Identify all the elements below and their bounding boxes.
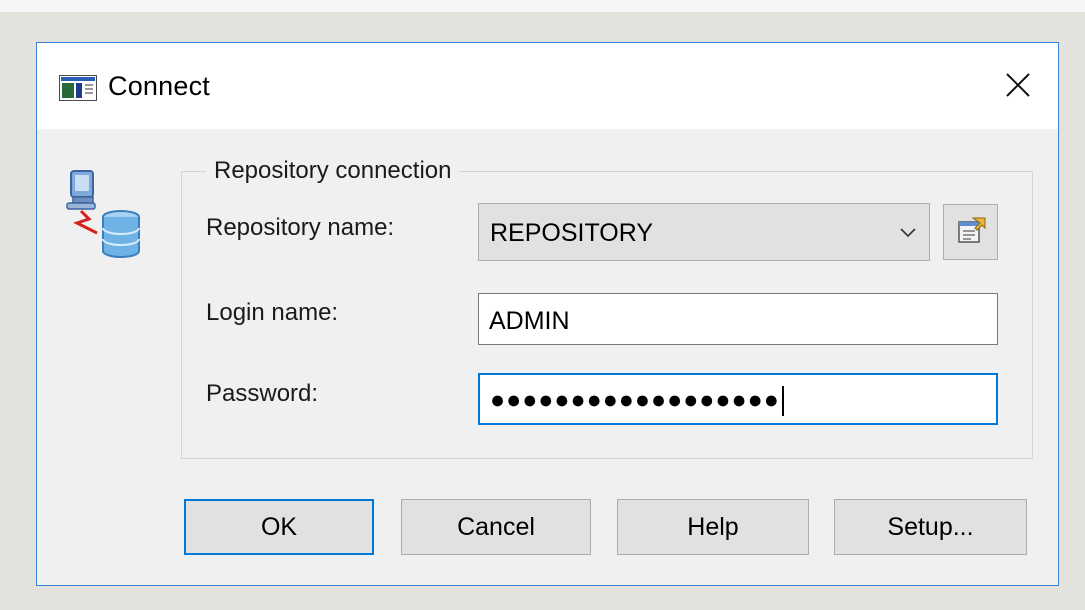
repository-properties-button[interactable] [943, 204, 998, 260]
close-icon [1005, 72, 1031, 103]
group-legend: Repository connection [206, 156, 460, 186]
repository-name-label: Repository name: [206, 214, 395, 241]
password-input[interactable]: ●●●●●●●●●●●●●●●●●● [478, 373, 998, 425]
properties-icon [955, 214, 987, 251]
database-connection-icon [63, 167, 147, 259]
password-label: Password: [206, 380, 319, 407]
login-name-label: Login name: [206, 299, 339, 326]
text-caret [781, 386, 784, 417]
password-value: ●●●●●●●●●●●●●●●●●● [490, 386, 784, 417]
repository-name-select[interactable]: REPOSITORY [478, 203, 930, 261]
connect-dialog: Connect Repository connection Repository… [36, 42, 1059, 586]
setup-button[interactable]: Setup... [834, 499, 1027, 555]
desktop-top-strip [0, 0, 1085, 12]
repository-name-value: REPOSITORY [490, 219, 654, 247]
ok-button[interactable]: OK [184, 499, 374, 555]
login-name-value: ADMIN [489, 307, 570, 335]
cancel-button[interactable]: Cancel [401, 499, 591, 555]
window-app-icon [59, 75, 97, 101]
title-bar[interactable]: Connect [37, 43, 1058, 129]
window-title: Connect [108, 71, 210, 101]
chevron-down-icon[interactable] [897, 221, 919, 243]
login-name-input[interactable]: ADMIN [478, 293, 998, 345]
help-button[interactable]: Help [617, 499, 809, 555]
close-button[interactable] [998, 67, 1038, 107]
